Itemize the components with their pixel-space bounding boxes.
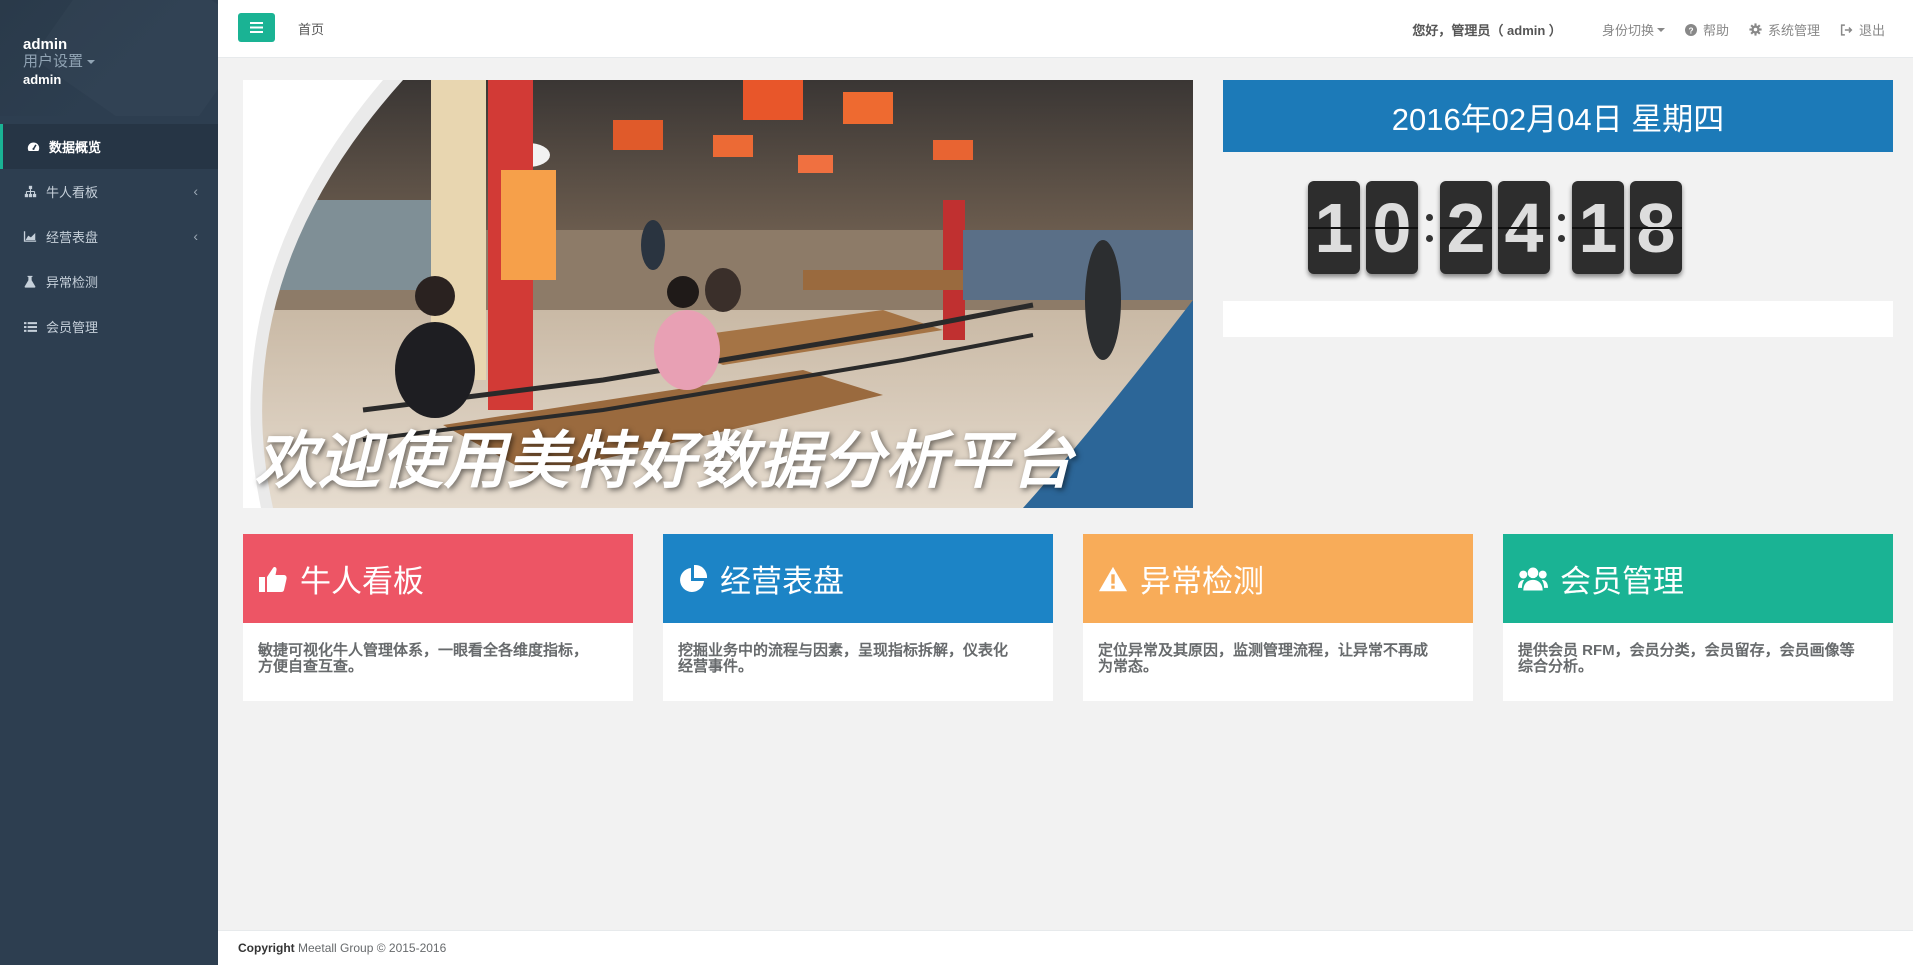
logout-link[interactable]: 退出 bbox=[1840, 20, 1885, 39]
card-description-line: 为常态。 bbox=[1098, 658, 1159, 675]
profile-role: admin bbox=[23, 72, 62, 87]
card-description-line: 挖掘业务中的流程与因素，呈现指标拆解，仪表化 bbox=[678, 642, 1009, 659]
copyright-text: Meetall Group © 2015-2016 bbox=[298, 941, 447, 955]
card-description-line: 定位异常及其原因，监测管理流程，让异常不再成 bbox=[1098, 642, 1429, 659]
footer: Copyright Meetall Group © 2015-2016 bbox=[218, 930, 1913, 965]
system-management-label: 系统管理 bbox=[1767, 23, 1820, 38]
sidebar-item-talent-board[interactable]: 牛人看板 ‹ bbox=[0, 169, 218, 214]
card-description: 提供会员 RFM，会员分类，会员留存，会员画像等 综合分析。 bbox=[1503, 623, 1893, 675]
breadcrumb-home[interactable]: 首页 bbox=[298, 19, 324, 38]
card-description-line: 经营事件。 bbox=[678, 658, 754, 675]
info-strip bbox=[1223, 301, 1893, 337]
card-description: 定位异常及其原因，监测管理流程，让异常不再成 为常态。 bbox=[1083, 623, 1473, 675]
card-anomaly-detection-header[interactable]: 异常检测 bbox=[1083, 534, 1473, 623]
warning-icon bbox=[1098, 564, 1128, 594]
clock-separator bbox=[1553, 181, 1569, 274]
card-title: 牛人看板 bbox=[300, 564, 424, 599]
pie-chart-icon bbox=[678, 564, 708, 594]
user-settings-dropdown[interactable]: 用户设置 bbox=[23, 53, 218, 71]
sitemap-icon bbox=[23, 185, 37, 199]
card-title: 经营表盘 bbox=[720, 564, 844, 599]
sidebar-item-member-management[interactable]: 会员管理 bbox=[0, 304, 218, 349]
top-navbar: 首页 您好，管理员（ admin ） 身份切换 ? 帮助 系统管理 退出 bbox=[218, 0, 1913, 58]
clock-separator bbox=[1421, 181, 1437, 274]
card-anomaly-detection: 异常检测 定位异常及其原因，监测管理流程，让异常不再成 为常态。 bbox=[1083, 534, 1473, 701]
help-label: 帮助 bbox=[1702, 23, 1729, 38]
caret-down-icon bbox=[1656, 27, 1665, 32]
question-circle-icon: ? bbox=[1684, 23, 1697, 36]
card-talent-board: 牛人看板 敏捷可视化牛人管理体系，一眼看全各维度指标， 方便自查互查。 bbox=[243, 534, 633, 701]
list-icon bbox=[23, 320, 37, 334]
clock-hour-tens: 1 bbox=[1308, 181, 1360, 274]
user-profile: admin 用户设置 admin bbox=[0, 0, 218, 116]
card-description-line: 方便自查互查。 bbox=[258, 658, 364, 675]
profile-name: admin bbox=[23, 36, 68, 53]
card-business-dashboard: 经营表盘 挖掘业务中的流程与因素，呈现指标拆解，仪表化 经营事件。 bbox=[663, 534, 1053, 701]
sidebar-item-anomaly-detection[interactable]: 异常检测 bbox=[0, 259, 218, 304]
user-greeting: 您好，管理员（ admin ） bbox=[1412, 23, 1562, 38]
card-member-management-header[interactable]: 会员管理 bbox=[1503, 534, 1893, 623]
sidebar-nav: 数据概览 牛人看板 ‹ 经营表盘 ‹ 异常检测 会员管理 bbox=[0, 124, 218, 349]
sidebar-item-business-dashboard[interactable]: 经营表盘 ‹ bbox=[0, 214, 218, 259]
gear-icon bbox=[1749, 23, 1762, 36]
sidebar-item-label: 数据概览 bbox=[49, 140, 102, 155]
clock-second-tens: 1 bbox=[1572, 181, 1624, 274]
card-description-line: 综合分析。 bbox=[1518, 658, 1594, 675]
card-talent-board-header[interactable]: 牛人看板 bbox=[243, 534, 633, 623]
card-description-line: 提供会员 RFM，会员分类，会员留存，会员画像等 bbox=[1518, 642, 1855, 659]
user-settings-label: 用户设置 bbox=[23, 53, 84, 70]
card-business-dashboard-header[interactable]: 经营表盘 bbox=[663, 534, 1053, 623]
users-icon bbox=[1518, 564, 1548, 594]
sidebar-item-label: 异常检测 bbox=[46, 275, 99, 290]
clock-minute-ones: 4 bbox=[1498, 181, 1550, 274]
card-description: 敏捷可视化牛人管理体系，一眼看全各维度指标， 方便自查互查。 bbox=[243, 623, 633, 675]
system-management-link[interactable]: 系统管理 bbox=[1749, 20, 1820, 39]
sidebar-item-label: 会员管理 bbox=[46, 320, 99, 335]
sidebar-item-label: 牛人看板 bbox=[46, 185, 99, 200]
dashboard-icon bbox=[26, 140, 40, 154]
clock-minute-tens: 2 bbox=[1440, 181, 1492, 274]
card-description-line: 敏捷可视化牛人管理体系，一眼看全各维度指标， bbox=[258, 642, 589, 659]
clock-second-ones: 8 bbox=[1630, 181, 1682, 274]
welcome-banner: 欢迎使用美特好数据分析平台 bbox=[243, 80, 1193, 508]
top-right-menu: 您好，管理员（ admin ） 身份切换 ? 帮助 系统管理 退出 bbox=[1412, 20, 1885, 39]
banner-title: 欢迎使用美特好数据分析平台 bbox=[255, 424, 1075, 497]
role-switch-dropdown[interactable]: 身份切换 bbox=[1602, 20, 1665, 39]
hamburger-icon bbox=[250, 22, 263, 33]
date-display: 2016年02月04日 星期四 bbox=[1223, 80, 1893, 152]
svg-text:?: ? bbox=[1688, 26, 1693, 35]
clock-hour-ones: 0 bbox=[1366, 181, 1418, 274]
caret-down-icon bbox=[87, 60, 96, 65]
sidebar: admin 用户设置 admin 数据概览 牛人看板 ‹ 经营表盘 ‹ 异常检测… bbox=[0, 0, 218, 965]
logout-label: 退出 bbox=[1858, 23, 1885, 38]
flask-icon bbox=[23, 275, 37, 289]
sign-out-icon bbox=[1840, 23, 1853, 36]
help-link[interactable]: ? 帮助 bbox=[1684, 20, 1729, 39]
role-switch-label: 身份切换 bbox=[1601, 23, 1654, 38]
area-chart-icon bbox=[23, 230, 37, 244]
menu-toggle-button[interactable] bbox=[238, 13, 275, 42]
copyright-label: Copyright bbox=[238, 941, 295, 955]
chevron-left-icon: ‹ bbox=[193, 228, 198, 244]
chevron-left-icon: ‹ bbox=[193, 183, 198, 199]
card-description: 挖掘业务中的流程与因素，呈现指标拆解，仪表化 经营事件。 bbox=[663, 623, 1053, 675]
flip-clock: 1 0 2 4 1 8 bbox=[1305, 180, 1685, 275]
card-member-management: 会员管理 提供会员 RFM，会员分类，会员留存，会员画像等 综合分析。 bbox=[1503, 534, 1893, 701]
sidebar-item-label: 经营表盘 bbox=[46, 230, 99, 245]
sidebar-item-data-overview[interactable]: 数据概览 bbox=[0, 124, 218, 169]
card-title: 异常检测 bbox=[1140, 564, 1264, 599]
thumbs-up-icon bbox=[258, 564, 288, 594]
card-title: 会员管理 bbox=[1560, 564, 1684, 599]
